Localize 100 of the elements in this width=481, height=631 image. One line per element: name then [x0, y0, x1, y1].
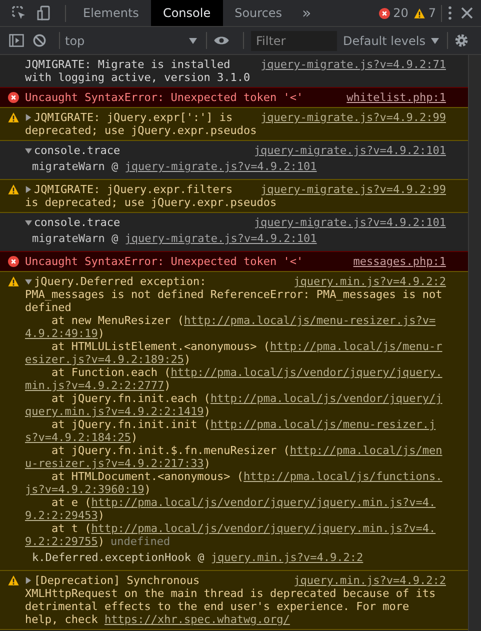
frame-link[interactable]: jquery-migrate.js?v=4.9.2:101	[124, 160, 317, 173]
stack-text: )	[144, 483, 151, 496]
sidebar-icon[interactable]	[9, 34, 24, 47]
error-icon	[8, 256, 19, 267]
message-text: jQuery.Deferred exception:	[34, 275, 206, 288]
source-link[interactable]: jquery-migrate.js?v=4.9.2:101	[254, 144, 446, 157]
stack-text: )	[98, 327, 104, 340]
stack-text: )	[204, 405, 210, 418]
stack-text: )	[98, 535, 104, 548]
stack-text: at Function.each (	[50, 366, 171, 379]
stack-text: at t (	[50, 522, 92, 535]
eye-icon[interactable]	[213, 35, 230, 46]
message-text: [Deprecation] Synchronous	[34, 574, 200, 587]
expand-arrow-icon[interactable]	[25, 186, 32, 193]
stack-text: )	[184, 353, 191, 366]
stack-text: PMA_messages is not defined ReferenceError: PMA_messages is not	[25, 288, 442, 301]
stack-link[interactable]: http://pma.local/js/vendor/jquery/j	[210, 392, 442, 405]
expand-arrow-icon[interactable]	[25, 147, 32, 154]
source-link[interactable]: jquery-migrate.js?v=4.9.2:99	[260, 183, 446, 196]
warning-icon	[414, 8, 426, 18]
stack-link[interactable]: http://pma.local/js/functions.	[244, 470, 442, 483]
function-name: migrateWarn	[32, 232, 105, 245]
stack-text: detrimental effects to the end user's experience. For more	[25, 600, 410, 613]
device-icon[interactable]	[36, 5, 52, 21]
settings-icon[interactable]	[454, 33, 470, 48]
stack-link[interactable]: http://pma.local/js/menu-resizer.j	[210, 418, 436, 431]
more-tabs-button[interactable]: »	[294, 4, 320, 22]
stack-link[interactable]: min.js?v=4.9.2:2:2777	[25, 379, 164, 392]
source-link[interactable]: jquery-migrate.js?v=4.9.2:71	[260, 58, 446, 71]
stack-text: XMLHttpRequest on the main thread is deprecated because of its	[25, 587, 436, 600]
error-count: 20	[393, 6, 408, 20]
function-name: k.Deferred.exceptionHook	[32, 551, 191, 564]
stack-text: is deprecated; use jQuery.expr.pseudos	[25, 196, 277, 209]
stack-link[interactable]: query.min.js?v=4.9.2:2:1419	[25, 405, 204, 418]
stack-text: at jQuery.fn.init.each (	[50, 392, 210, 405]
panel-tab[interactable]: Elements	[71, 0, 151, 26]
source-link[interactable]: messages.php:1	[353, 255, 446, 268]
error-icon	[8, 92, 19, 103]
stack-text: )	[98, 509, 104, 522]
context-select[interactable]: top	[65, 34, 201, 48]
stack-link[interactable]: u-resizer.js?v=4.9.2:217:33	[25, 457, 204, 470]
at-sign: @	[198, 551, 204, 564]
message-text: console.trace	[34, 216, 120, 229]
warning-icon	[8, 184, 19, 195]
stack-link[interactable]: http://pma.local/js/menu-r	[270, 340, 442, 353]
stack-text: )	[130, 431, 138, 444]
stack-text: at jQuery.fn.init.$.fn.menuResizer (	[50, 444, 290, 457]
warning-count: 7	[428, 6, 436, 20]
stack-text: with logging active, version 3.1.0	[25, 71, 250, 84]
expand-arrow-icon[interactable]	[25, 219, 32, 226]
scrollbar[interactable]	[468, 55, 481, 631]
stack-link[interactable]: esizer.js?v=4.9.2:189:25	[25, 353, 184, 366]
warning-icon	[8, 112, 19, 123]
close-icon[interactable]	[461, 7, 473, 19]
undefined-text: undefined	[110, 535, 170, 548]
message-text: Uncaught SyntaxError: Unexpected token '<'	[25, 91, 304, 104]
panel-tab[interactable]: Console	[150, 0, 223, 26]
stack-link[interactable]: https://xhr.spec.whatwg.org/	[104, 613, 290, 626]
stack-text: at jQuery.fn.init.init (	[50, 418, 210, 431]
filter-field[interactable]: Filter	[251, 30, 337, 50]
frame-link[interactable]: jquery-migrate.js?v=4.9.2:101	[124, 232, 317, 245]
expand-arrow-icon[interactable]	[25, 278, 32, 285]
source-link[interactable]: jquery.min.js?v=4.9.2:2	[294, 275, 446, 288]
stack-link[interactable]: 9.2:2:29755	[25, 535, 98, 548]
source-link[interactable]: jquery-migrate.js?v=4.9.2:101	[254, 216, 446, 229]
message-text: JQMIGRATE: jQuery.expr[':'] is	[34, 111, 233, 124]
source-link[interactable]: whitelist.php:1	[346, 91, 446, 104]
source-link[interactable]: jquery.min.js?v=4.9.2:2	[294, 574, 446, 587]
stack-text: )	[204, 457, 210, 470]
more-options-icon[interactable]	[448, 6, 452, 20]
message-text: JQMIGRATE: jQuery.expr.filters	[34, 183, 233, 196]
levels-dropdown[interactable]: Default levels	[343, 34, 442, 48]
stack-link[interactable]: s?v=4.9.2:184:25	[25, 431, 131, 444]
stack-text: )	[164, 379, 171, 392]
inspect-icon[interactable]	[11, 5, 27, 21]
stack-link[interactable]: 9.2:2:29453	[25, 509, 98, 522]
stack-link[interactable]: js?v=4.9.2:3960:19	[25, 483, 144, 496]
panel-tab[interactable]: Sources	[222, 0, 294, 26]
message-text: console.trace	[34, 144, 120, 157]
message-text: JQMIGRATE: Migrate is installed	[25, 58, 230, 71]
clear-icon[interactable]	[33, 34, 46, 47]
stack-link[interactable]: http://pma.local/js/menu-resizer.js?v=	[184, 314, 436, 327]
stack-text: deprecated; use jQuery.expr.pseudos	[25, 124, 257, 137]
stack-text: at HTMLUListElement.<anonymous> (	[50, 340, 270, 353]
expand-arrow-icon[interactable]	[25, 577, 32, 584]
stack-link[interactable]: http://pma.local/js/vendor/jquery/jquery.min.js?v=4.	[91, 522, 436, 535]
source-link[interactable]: jquery-migrate.js?v=4.9.2:99	[260, 111, 446, 124]
frame-link[interactable]: jquery.min.js?v=4.9.2:2	[210, 551, 364, 564]
message-text: Uncaught SyntaxError: Unexpected token '<'	[25, 255, 304, 268]
stack-text: at e (	[50, 496, 92, 509]
error-icon	[379, 8, 390, 18]
stack-link[interactable]: http://pma.local/js/men	[290, 444, 442, 457]
expand-arrow-icon[interactable]	[25, 114, 32, 121]
function-name: migrateWarn	[32, 160, 105, 173]
at-sign: @	[111, 232, 118, 245]
stack-link[interactable]: 4.9.2:49:19	[25, 327, 98, 340]
stack-link[interactable]: http://pma.local/js/vendor/jquery/jquery.min.js?v=4.	[91, 496, 436, 509]
stack-link[interactable]: http://pma.local/js/vendor/jquery/jquery.	[170, 366, 442, 379]
stack-text: at new MenuResizer (	[50, 314, 184, 327]
stack-text: help, check	[25, 613, 99, 626]
